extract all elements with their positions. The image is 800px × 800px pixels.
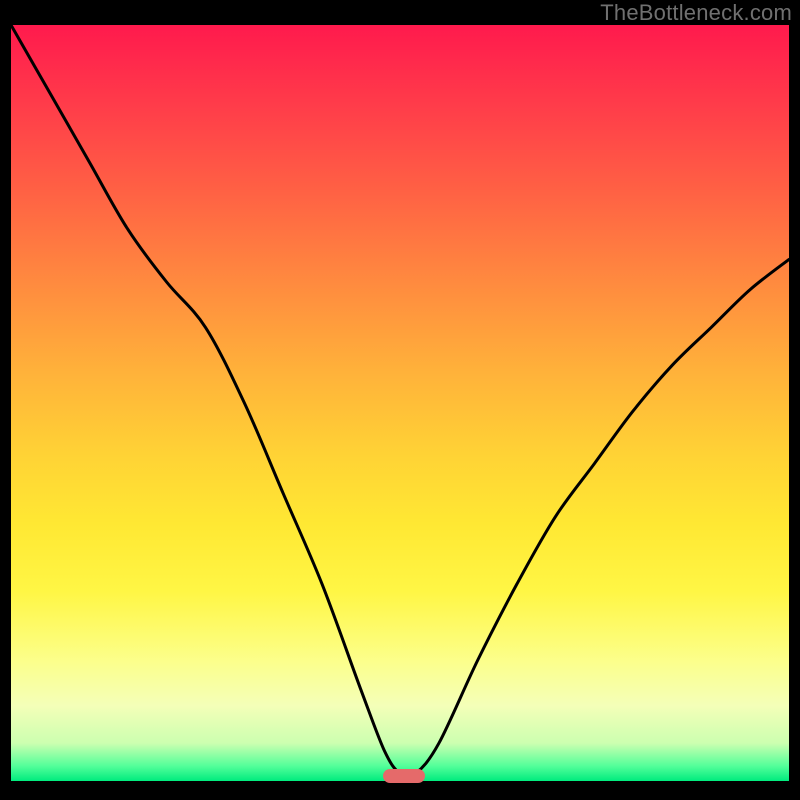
plot-area	[11, 25, 789, 781]
bottleneck-curve	[11, 25, 789, 777]
optimal-marker	[383, 769, 425, 783]
curve-svg	[11, 25, 789, 781]
chart-container: TheBottleneck.com	[0, 0, 800, 800]
watermark-text: TheBottleneck.com	[600, 0, 792, 26]
